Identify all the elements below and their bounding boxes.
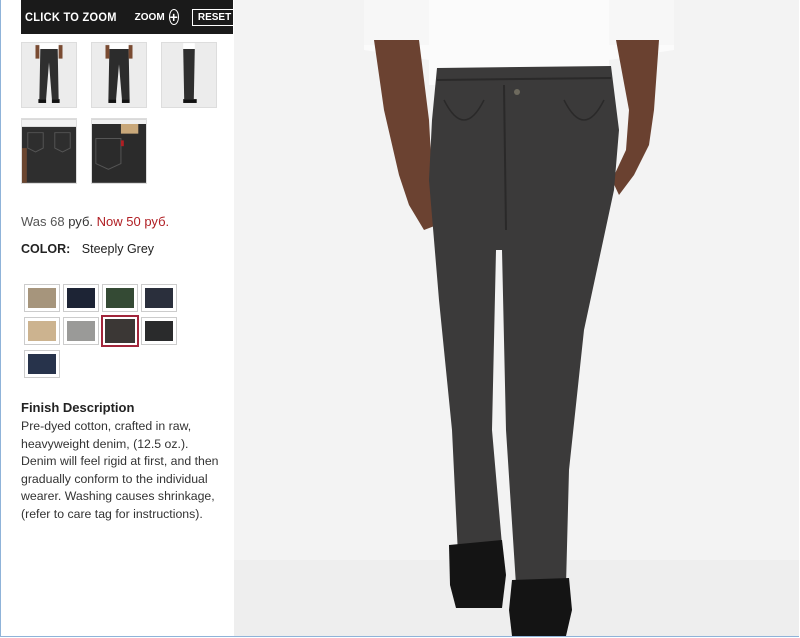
color-swatch-fill bbox=[145, 321, 173, 341]
color-swatch-fill bbox=[28, 354, 56, 374]
product-main-image[interactable] bbox=[234, 0, 799, 636]
zoom-bar: CLICK TO ZOOM ZOOM + RESET bbox=[21, 0, 238, 34]
thumbnail-back-detail[interactable] bbox=[21, 118, 77, 184]
finish-description-title: Finish Description bbox=[21, 400, 135, 415]
color-swatch[interactable] bbox=[101, 315, 139, 347]
color-swatch[interactable] bbox=[141, 284, 177, 312]
price: Was 68 руб. Now 50 руб. bbox=[21, 214, 169, 229]
jeans-pocket-detail-thumbnail-image bbox=[92, 119, 146, 183]
plus-circle-icon[interactable]: + bbox=[168, 9, 179, 25]
color-label: COLOR: bbox=[21, 242, 71, 256]
click-to-zoom-label[interactable]: CLICK TO ZOOM bbox=[25, 10, 117, 24]
color-swatch-fill bbox=[28, 288, 56, 308]
color-swatch[interactable] bbox=[24, 284, 60, 312]
color-swatch[interactable] bbox=[141, 317, 177, 345]
finish-description-text: Pre-dyed cotton, crafted in raw, heavywe… bbox=[21, 419, 219, 521]
product-sidebar: CLICK TO ZOOM ZOOM + RESET Was 68 руб. N… bbox=[1, 0, 238, 636]
page-frame: CLICK TO ZOOM ZOOM + RESET Was 68 руб. N… bbox=[0, 0, 799, 637]
thumbnail-pocket-detail[interactable] bbox=[91, 118, 147, 184]
color-swatch-fill bbox=[145, 288, 173, 308]
color-value: Steeply Grey bbox=[81, 242, 155, 256]
color-selection: COLOR: Steeply Grey bbox=[21, 242, 154, 256]
color-swatch[interactable] bbox=[63, 284, 99, 312]
jeans-back-thumbnail-image bbox=[92, 43, 146, 107]
color-swatch[interactable] bbox=[102, 284, 138, 312]
jeans-side-thumbnail-image bbox=[162, 43, 216, 107]
thumbnail-front[interactable] bbox=[21, 42, 77, 108]
was-currency: руб. bbox=[68, 214, 94, 229]
color-swatch-fill bbox=[28, 321, 56, 341]
reset-button[interactable]: RESET bbox=[191, 8, 238, 26]
was-price: Was 68 bbox=[21, 214, 65, 229]
jeans-front-thumbnail-image bbox=[22, 43, 76, 107]
color-swatch-fill bbox=[106, 288, 134, 308]
color-swatch-fill bbox=[67, 321, 95, 341]
now-currency: руб. bbox=[144, 214, 170, 229]
color-swatch-fill bbox=[105, 319, 135, 343]
color-swatch[interactable] bbox=[63, 317, 99, 345]
zoom-label[interactable]: ZOOM bbox=[135, 12, 165, 23]
color-swatch-fill bbox=[67, 288, 95, 308]
jeans-back-detail-thumbnail-image bbox=[22, 119, 76, 183]
now-price: Now 50 bbox=[96, 214, 141, 229]
jeans-model-image bbox=[234, 0, 799, 636]
thumbnail-side[interactable] bbox=[161, 42, 217, 108]
color-swatch[interactable] bbox=[24, 350, 60, 378]
thumbnail-back[interactable] bbox=[91, 42, 147, 108]
color-swatch[interactable] bbox=[24, 317, 60, 345]
